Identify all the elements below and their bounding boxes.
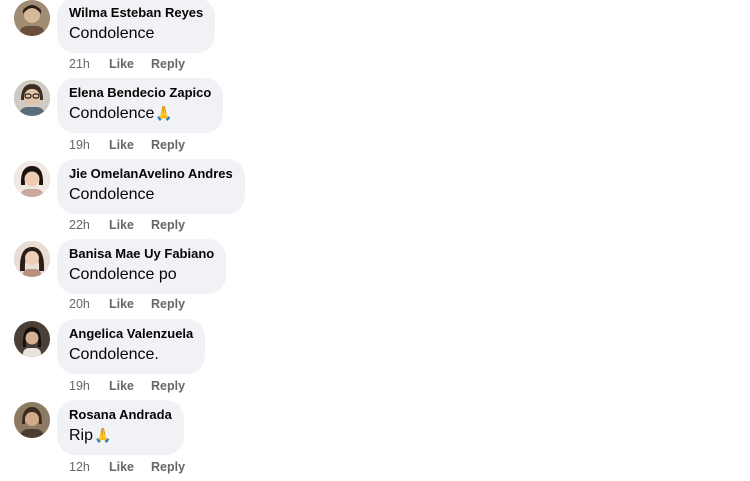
comment: Angelica Valenzuela Condolence. 19h Like R…: [0, 319, 750, 401]
comment-meta: 19h Like Reply: [69, 137, 185, 153]
comment-timestamp[interactable]: 22h: [69, 217, 109, 233]
avatar[interactable]: [14, 161, 50, 197]
like-button[interactable]: Like: [109, 296, 151, 312]
comment-text: Rip🙏: [69, 427, 112, 444]
comment-meta: 20h Like Reply: [69, 296, 185, 312]
reply-button[interactable]: Reply: [151, 56, 185, 72]
pray-emoji: 🙏: [94, 427, 112, 443]
comment-author[interactable]: Elena Bendecio Zapico: [69, 85, 211, 101]
avatar[interactable]: [14, 241, 50, 277]
like-button[interactable]: Like: [109, 137, 151, 153]
like-button[interactable]: Like: [109, 56, 151, 72]
comment-bubble: Angelica Valenzuela Condolence.: [57, 319, 206, 374]
comment-text: Condolence: [69, 186, 155, 203]
comment-meta: 19h Like Reply: [69, 378, 185, 394]
reply-button[interactable]: Reply: [151, 217, 185, 233]
avatar[interactable]: [14, 402, 50, 438]
comment-bubble: Rosana Andrada Rip🙏: [57, 400, 184, 455]
avatar[interactable]: [14, 321, 50, 357]
comment: Jie OmelanAvelino Andres Condolence 22h L…: [0, 159, 750, 241]
like-button[interactable]: Like: [109, 217, 151, 233]
like-button[interactable]: Like: [109, 378, 151, 394]
comment-timestamp[interactable]: 19h: [69, 378, 109, 394]
comment: Elena Bendecio Zapico Condolence🙏 19h Lik…: [0, 78, 750, 160]
comment-meta: 12h Like Reply: [69, 459, 185, 475]
comment-author[interactable]: Banisa Mae Uy Fabiano: [69, 246, 214, 262]
comment-meta: 21h Like Reply: [69, 56, 185, 72]
avatar[interactable]: [14, 80, 50, 116]
comment-timestamp[interactable]: 20h: [69, 296, 109, 312]
comment-meta: 22h Like Reply: [69, 217, 185, 233]
reply-button[interactable]: Reply: [151, 296, 185, 312]
comment-bubble: Wilma Esteban Reyes Condolence: [57, 0, 216, 53]
comment: Rosana Andrada Rip🙏 12h Like Reply: [0, 400, 750, 481]
comment-author[interactable]: Angelica Valenzuela: [69, 326, 193, 342]
reply-button[interactable]: Reply: [151, 137, 185, 153]
pray-emoji: 🙏: [155, 105, 173, 121]
comment-text: Condolence po: [69, 266, 177, 283]
avatar[interactable]: [14, 0, 50, 36]
reply-button[interactable]: Reply: [151, 459, 185, 475]
comment-timestamp[interactable]: 19h: [69, 137, 109, 153]
comment-timestamp[interactable]: 21h: [69, 56, 109, 72]
comment-author[interactable]: Wilma Esteban Reyes: [69, 5, 203, 21]
comment-bubble: Banisa Mae Uy Fabiano Condolence po: [57, 239, 227, 294]
comment-text: Condolence🙏: [69, 105, 173, 122]
comment-bubble: Elena Bendecio Zapico Condolence🙏: [57, 78, 224, 133]
comment: Banisa Mae Uy Fabiano Condolence po 20h L…: [0, 239, 750, 321]
comment-author[interactable]: Rosana Andrada: [69, 407, 172, 423]
comment-author[interactable]: Jie OmelanAvelino Andres: [69, 166, 233, 182]
comment-bubble: Jie OmelanAvelino Andres Condolence: [57, 159, 245, 214]
comment-list: Wilma Esteban Reyes Condolence 21h Like Re…: [0, 0, 750, 481]
reply-button[interactable]: Reply: [151, 378, 185, 394]
like-button[interactable]: Like: [109, 459, 151, 475]
comment-text: Condolence.: [69, 346, 159, 363]
comment-text: Condolence: [69, 25, 155, 42]
comment-timestamp[interactable]: 12h: [69, 459, 109, 475]
comment: Wilma Esteban Reyes Condolence 21h Like Re…: [0, 0, 750, 80]
